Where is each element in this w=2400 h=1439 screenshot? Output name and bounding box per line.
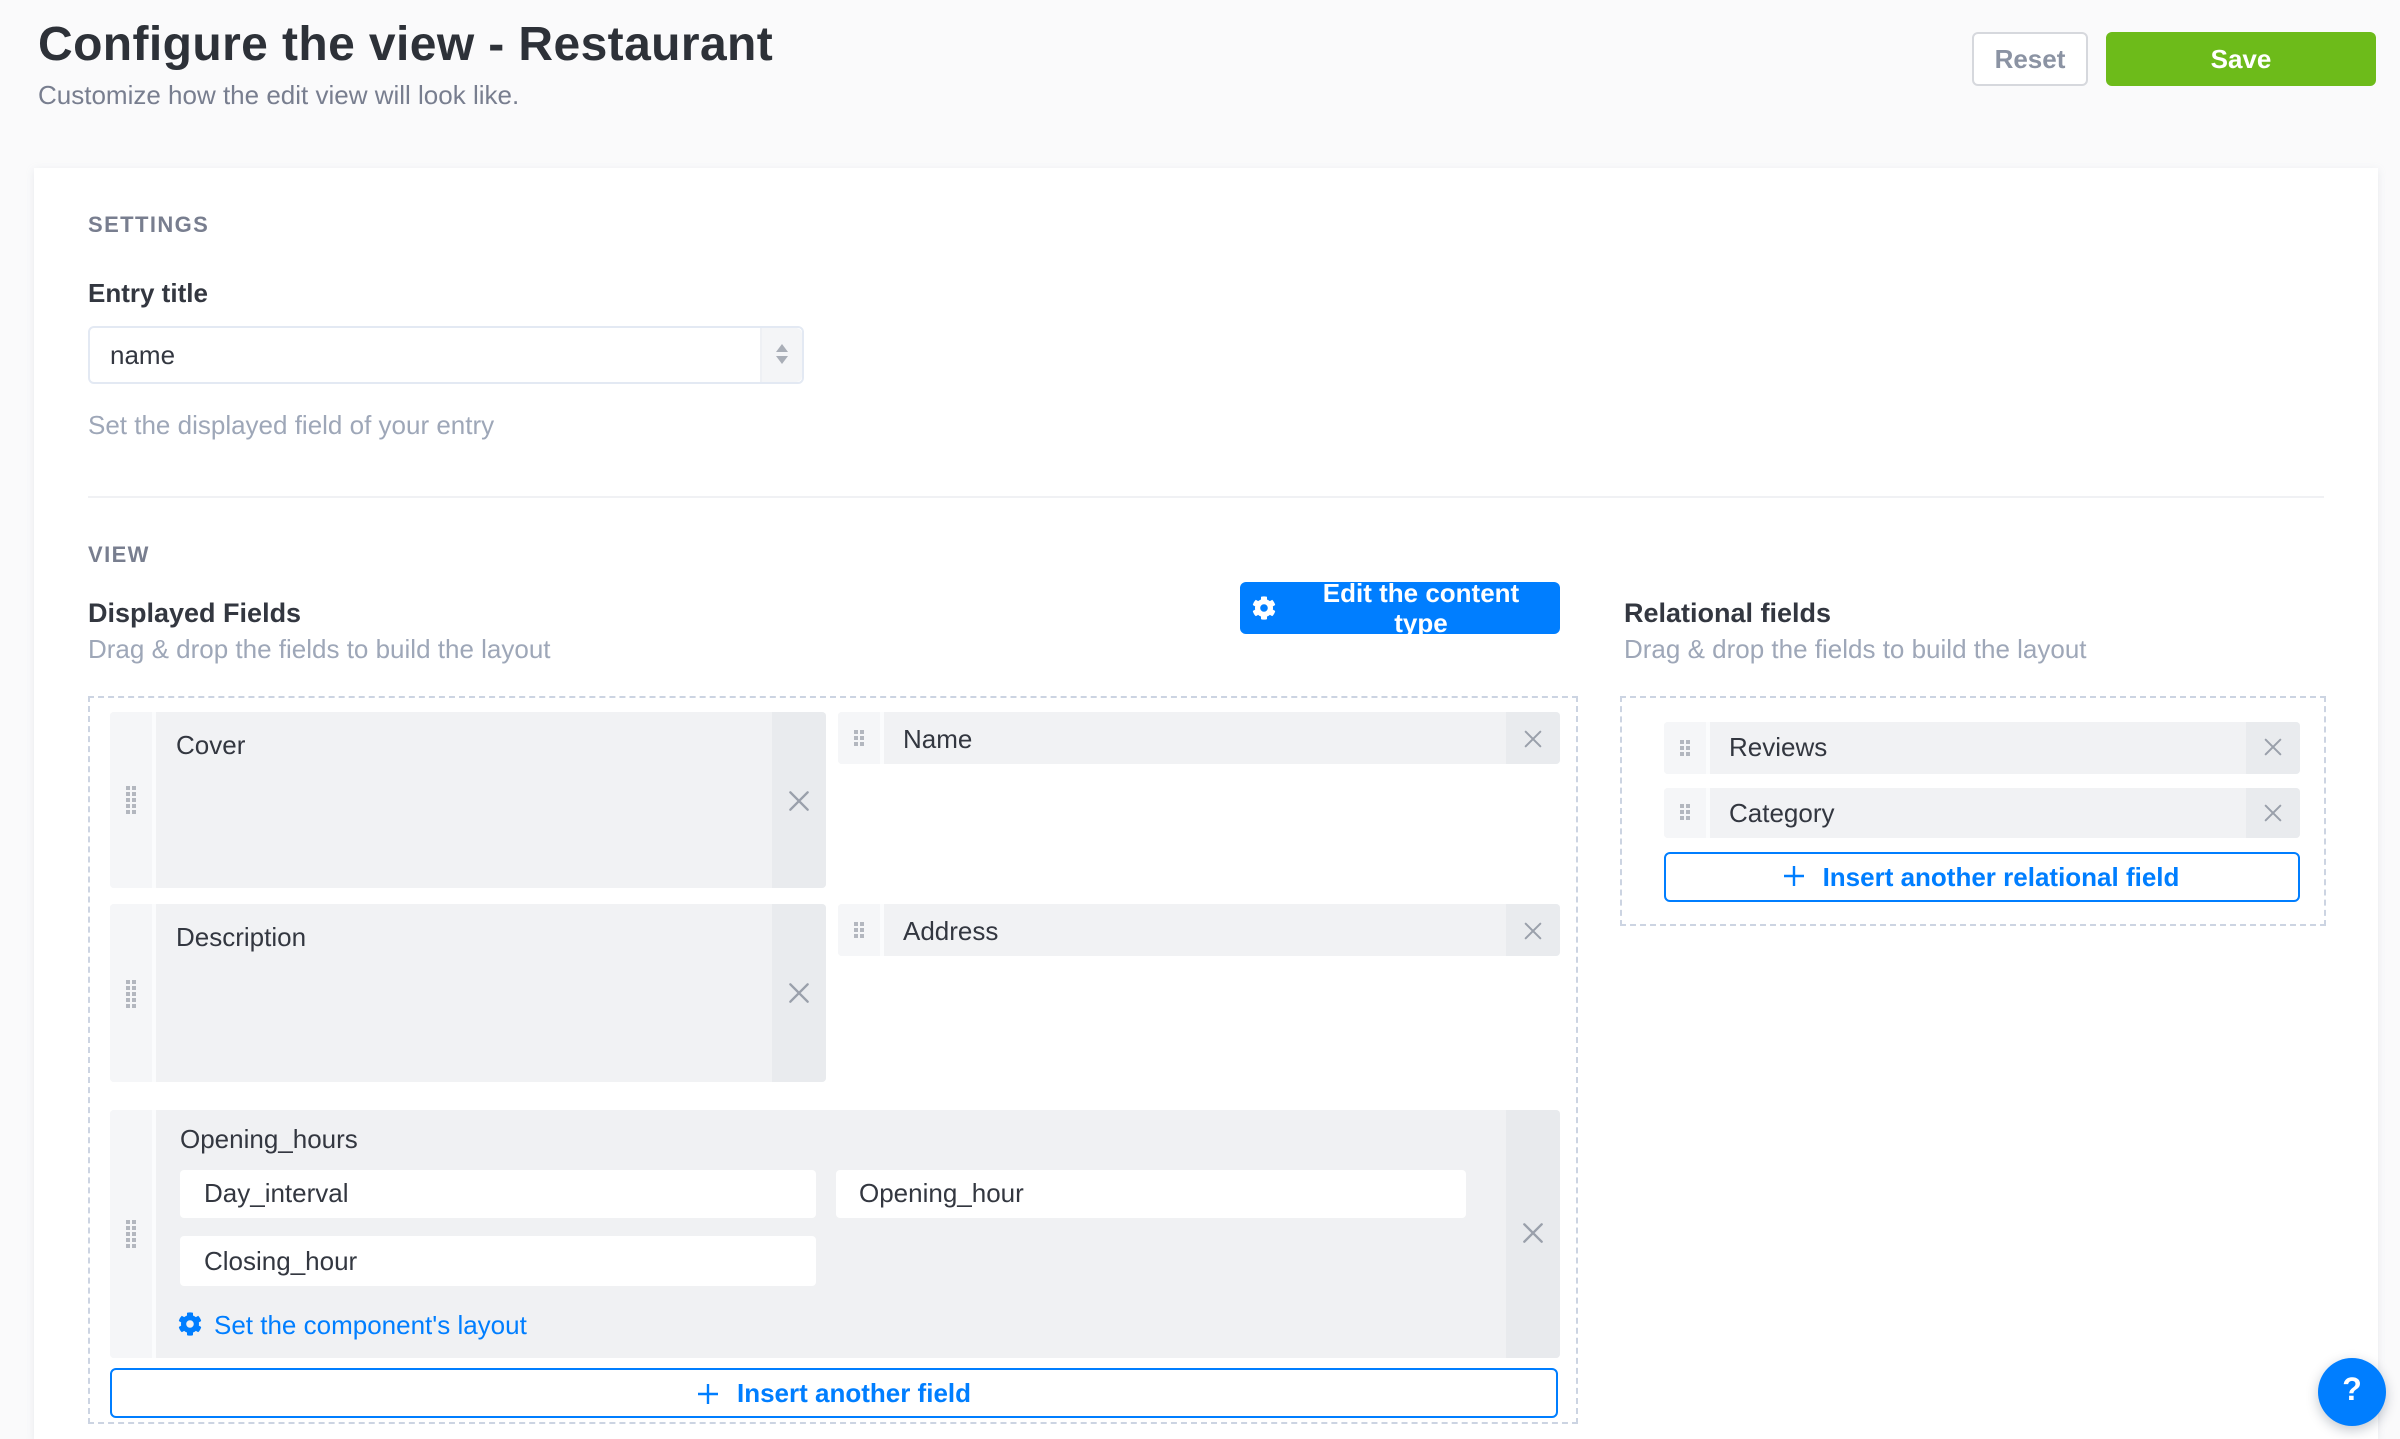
field-name[interactable]: Name	[837, 712, 1560, 764]
x-icon	[785, 787, 811, 813]
insert-another-field-button[interactable]: Insert another field	[110, 1368, 1558, 1418]
edit-content-type-label: Edit the content type	[1294, 577, 1548, 637]
remove-address-button[interactable]	[1506, 904, 1560, 956]
save-button[interactable]: Save	[2106, 32, 2376, 86]
drag-dots-icon	[126, 1220, 130, 1224]
select-carets-icon	[760, 327, 802, 381]
plus-icon	[1783, 865, 1807, 889]
relational-field-label-reviews: Reviews	[1709, 722, 2245, 773]
caret-up-icon	[776, 344, 788, 352]
drag-handle[interactable]	[1663, 787, 1709, 838]
x-icon	[1522, 727, 1544, 749]
remove-name-button[interactable]	[1506, 712, 1560, 764]
relational-fields-subtitle: Drag & drop the fields to build the layo…	[1624, 633, 2087, 663]
section-divider	[88, 495, 2324, 497]
edit-content-type-button[interactable]: Edit the content type	[1240, 581, 1560, 633]
gear-icon	[1252, 595, 1276, 619]
field-label-address: Address	[883, 904, 1506, 956]
gear-icon	[178, 1312, 202, 1336]
field-label-cover: Cover	[156, 712, 771, 888]
page-title: Configure the view - Restaurant	[38, 18, 773, 74]
entry-title-select-value: name	[110, 339, 175, 369]
remove-category-button[interactable]	[2245, 787, 2299, 838]
relational-field-label-category: Category	[1709, 787, 2245, 838]
set-component-layout-label: Set the component's layout	[214, 1309, 527, 1339]
subfield-opening-hour[interactable]: Opening_hour	[835, 1169, 1466, 1218]
field-address[interactable]: Address	[837, 904, 1560, 956]
remove-description-button[interactable]	[771, 904, 825, 1082]
caret-down-icon	[776, 356, 788, 364]
settings-section-label: SETTINGS	[88, 213, 209, 237]
drag-dots-icon	[126, 786, 130, 790]
drag-handle[interactable]	[110, 712, 156, 888]
subfield-day-interval[interactable]: Day_interval	[180, 1169, 815, 1218]
config-card: SETTINGS Entry title name Set the displa…	[34, 167, 2378, 1439]
set-component-layout-link[interactable]: Set the component's layout	[178, 1309, 527, 1339]
drag-dots-icon	[853, 922, 857, 926]
insert-another-field-label: Insert another field	[737, 1378, 971, 1408]
reset-button[interactable]: Reset	[1972, 32, 2088, 86]
component-title: Opening_hours	[180, 1124, 358, 1154]
relational-fields-dropzone: Reviews Category Insert another relation…	[1620, 696, 2325, 926]
component-opening-hours[interactable]: Opening_hours Day_interval Opening_hour …	[110, 1110, 1560, 1357]
entry-title-help-text: Set the displayed field of your entry	[88, 409, 494, 439]
x-icon	[1520, 1221, 1546, 1247]
x-icon	[2261, 737, 2283, 759]
configure-view-page: Configure the view - Restaurant Customiz…	[0, 0, 2400, 1439]
relational-field-category[interactable]: Category	[1663, 787, 2299, 838]
drag-handle[interactable]	[110, 1110, 156, 1357]
relational-field-reviews[interactable]: Reviews	[1663, 722, 2299, 773]
help-button[interactable]: ?	[2318, 1358, 2386, 1426]
x-icon	[1522, 919, 1544, 941]
entry-title-select[interactable]: name	[88, 325, 804, 383]
drag-handle[interactable]	[110, 904, 156, 1082]
drag-dots-icon	[1679, 740, 1683, 744]
relational-fields-title: Relational fields	[1624, 597, 1831, 627]
drag-handle[interactable]	[837, 712, 883, 764]
displayed-fields-dropzone: Cover Name Description Address Openi	[88, 696, 1577, 1423]
page-subtitle: Customize how the edit view will look li…	[38, 80, 519, 110]
field-cover[interactable]: Cover	[110, 712, 825, 888]
remove-cover-button[interactable]	[771, 712, 825, 888]
drag-handle[interactable]	[837, 904, 883, 956]
drag-dots-icon	[853, 730, 857, 734]
remove-reviews-button[interactable]	[2245, 722, 2299, 773]
field-description[interactable]: Description	[110, 904, 825, 1082]
displayed-fields-title: Displayed Fields	[88, 597, 301, 627]
view-section-label: VIEW	[88, 543, 150, 567]
field-label-description: Description	[156, 904, 771, 1082]
drag-handle[interactable]	[1663, 722, 1709, 773]
plus-icon	[697, 1381, 721, 1405]
x-icon	[785, 980, 811, 1006]
insert-another-relational-field-label: Insert another relational field	[1823, 862, 2180, 892]
entry-title-label: Entry title	[88, 277, 208, 307]
help-button-label: ?	[2342, 1374, 2362, 1410]
subfield-closing-hour[interactable]: Closing_hour	[180, 1236, 815, 1285]
drag-dots-icon	[1679, 805, 1683, 809]
drag-dots-icon	[126, 979, 130, 983]
displayed-fields-subtitle: Drag & drop the fields to build the layo…	[88, 633, 551, 663]
field-label-name: Name	[883, 712, 1506, 764]
remove-component-button[interactable]	[1506, 1110, 1560, 1357]
insert-another-relational-field-button[interactable]: Insert another relational field	[1663, 852, 2299, 901]
x-icon	[2261, 802, 2283, 824]
